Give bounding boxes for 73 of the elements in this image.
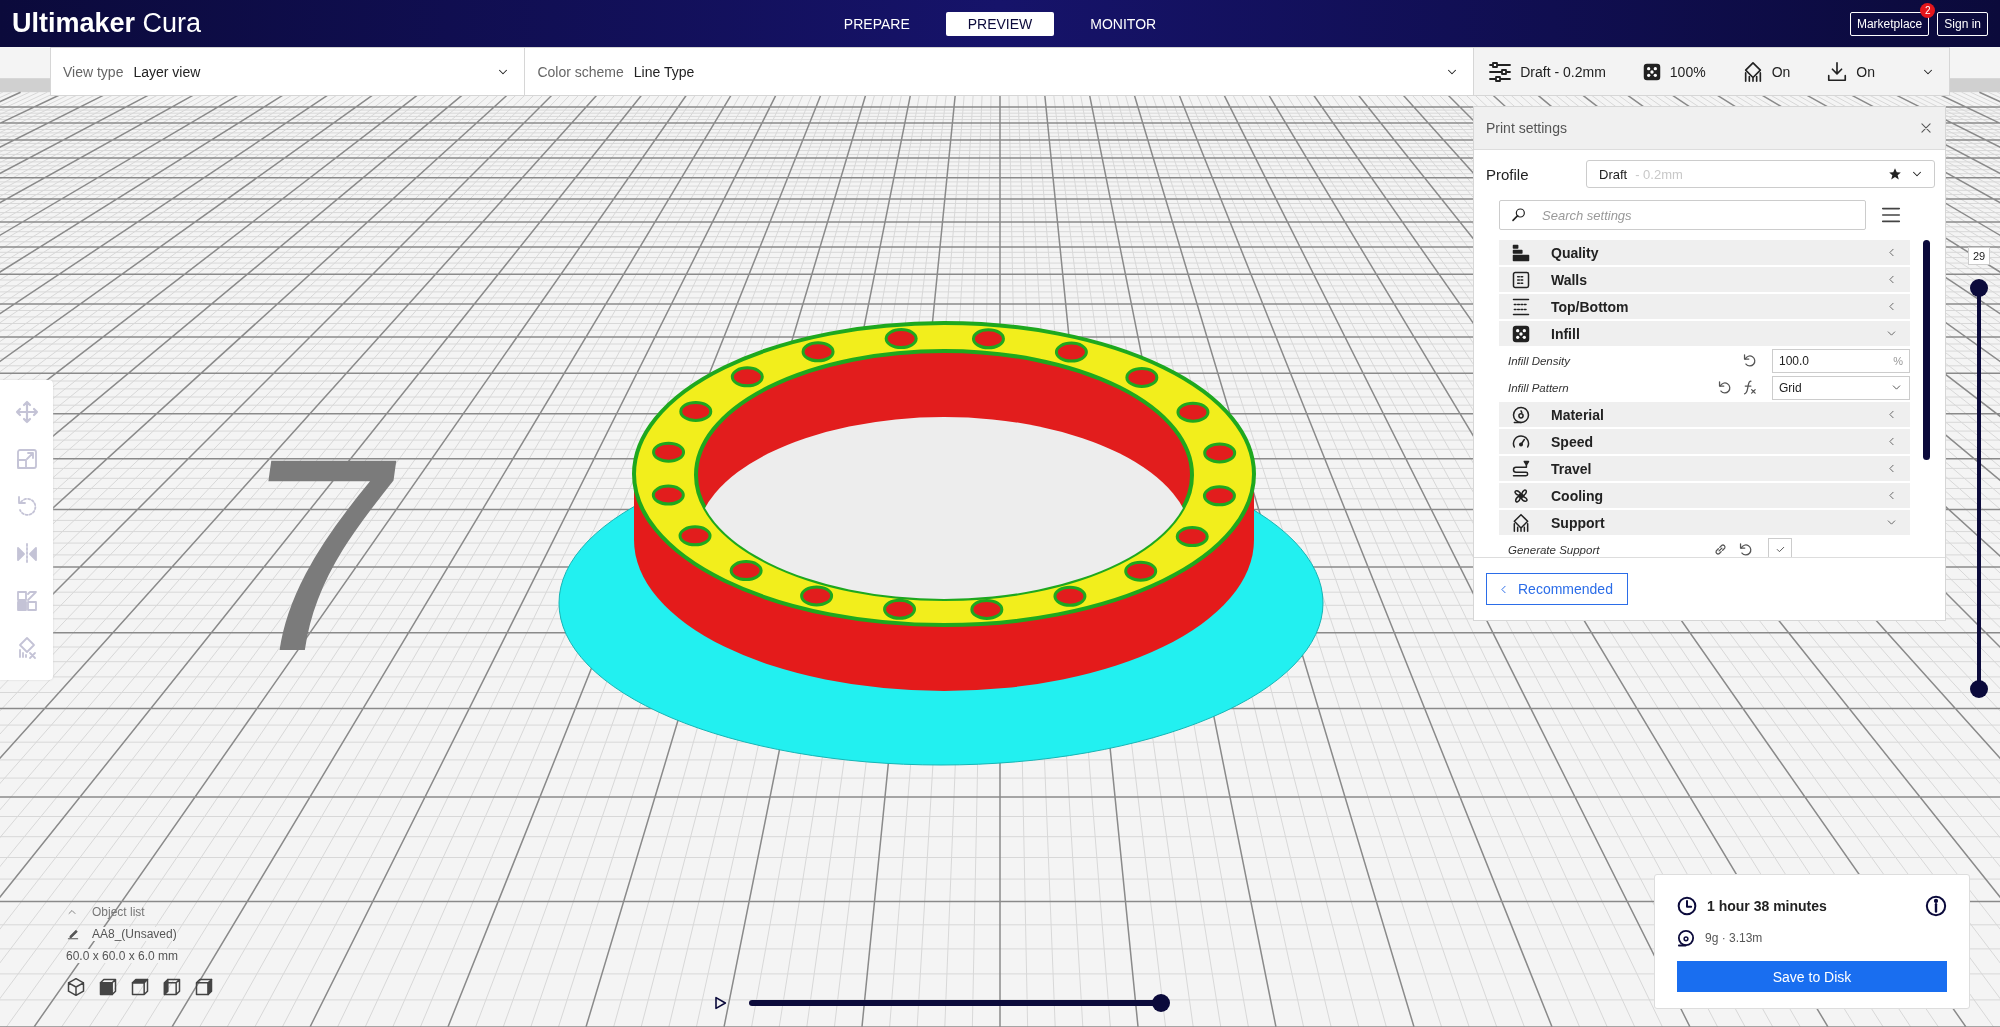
reset-icon (1716, 379, 1733, 396)
cube-front-view-button[interactable] (98, 977, 118, 997)
setting-input[interactable]: 100.0 % (1772, 348, 1910, 373)
cube-top-icon (130, 977, 150, 997)
cube-front-icon (98, 977, 118, 997)
settings-category[interactable]: Speed (1499, 429, 1910, 454)
setting-checkbox[interactable] (1768, 537, 1792, 557)
infill-icon (1511, 323, 1531, 344)
cube-3d-icon (66, 977, 86, 997)
settings-category[interactable]: Quality (1499, 240, 1910, 265)
slider-handle[interactable] (1970, 279, 1988, 297)
layer-bars-icon (1511, 242, 1531, 263)
stage-tab[interactable]: PREVIEW (945, 11, 1055, 36)
save-to-disk-button[interactable]: Save to Disk (1677, 961, 1947, 992)
profile-label: Profile (1486, 165, 1530, 183)
play-button[interactable] (712, 995, 728, 1011)
sign-in-button[interactable]: Sign in (1937, 11, 1988, 36)
reset-icon (1737, 541, 1754, 557)
play-icon (712, 995, 728, 1011)
info-icon (1925, 895, 1947, 917)
dotted-lines-icon (1511, 296, 1531, 317)
panel-title: Print settings (1486, 120, 1567, 136)
slider-handle[interactable] (1970, 680, 1988, 698)
settings-category[interactable]: Travel (1499, 456, 1910, 481)
object-dimensions: 60.0 x 60.0 x 6.0 mm (66, 949, 179, 963)
settings-category[interactable]: Support (1499, 510, 1910, 535)
setting-dropdown[interactable]: Grid (1772, 375, 1910, 400)
object-name: AA8_(Unsaved) (92, 927, 177, 941)
reset-icon (1741, 352, 1758, 369)
slider-handle[interactable] (1152, 994, 1170, 1012)
stage-tab[interactable]: PREPARE (821, 11, 932, 36)
setting-label: Infill Density (1508, 354, 1572, 367)
spool-icon (1677, 929, 1695, 947)
link-icon (1712, 541, 1729, 557)
layer-number: 29 (1967, 247, 1991, 265)
cube-left-icon (162, 977, 182, 997)
cube-3d-view-button[interactable] (66, 977, 86, 997)
app-logo: Ultimaker Cura (12, 8, 203, 39)
cube-top-view-button[interactable] (130, 977, 150, 997)
cube-right-icon (194, 977, 214, 997)
notification-badge: 2 (1920, 2, 1936, 18)
close-button[interactable] (1919, 121, 1933, 135)
setting-label: Generate Support (1508, 543, 1601, 556)
spool-icon (1511, 404, 1531, 425)
search-icon (1511, 207, 1527, 223)
settings-category[interactable]: Infill (1499, 321, 1910, 346)
scrollbar[interactable] (1923, 240, 1930, 460)
cube-left-view-button[interactable] (162, 977, 182, 997)
info-button[interactable] (1925, 895, 1947, 917)
print-time: 1 hour 38 minutes (1707, 898, 1828, 914)
travel-path-icon (1511, 458, 1531, 479)
search-field[interactable]: Search settings (1499, 200, 1866, 230)
layer-slider[interactable] (1970, 279, 1988, 698)
settings-category[interactable]: Material (1499, 402, 1910, 427)
settings-category[interactable]: Walls (1499, 267, 1910, 292)
recommended-button[interactable]: Recommended (1486, 573, 1628, 605)
star-icon (1888, 167, 1902, 181)
material-usage: 9g · 3.13m (1705, 931, 1763, 945)
scale-icon (14, 447, 39, 471)
move-arrows-icon (14, 399, 39, 424)
clock-icon (1677, 896, 1697, 916)
mirror-icon (14, 541, 39, 566)
settings-category[interactable]: Cooling (1499, 483, 1910, 508)
cube-right-view-button[interactable] (194, 977, 214, 997)
pencil-icon (66, 927, 80, 941)
stage-tab[interactable]: MONITOR (1068, 11, 1179, 36)
per-model-settings-icon (14, 588, 39, 613)
support-icon (1511, 512, 1531, 533)
function-icon (1741, 379, 1758, 396)
close-icon (1919, 121, 1933, 135)
walls-grid-icon (1511, 269, 1531, 290)
settings-category[interactable]: Top/Bottom (1499, 294, 1910, 319)
setting-label: Infill Pattern (1508, 381, 1570, 394)
